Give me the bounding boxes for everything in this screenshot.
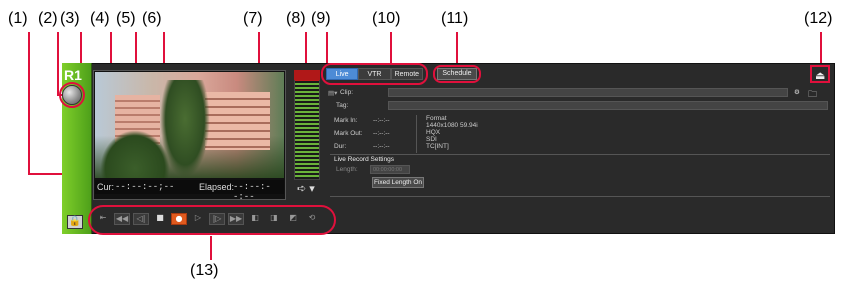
timecode-bar: Cur: --:--:--;-- Elapsed: --:--:--:-- (95, 180, 284, 202)
clip-label: Clip: (340, 89, 354, 96)
leader-line-2 (57, 32, 59, 96)
step-back-icon[interactable]: ◁| (133, 213, 149, 225)
length-label: Length: (336, 166, 358, 173)
callout-1: (1) (8, 10, 28, 27)
length-value: 00:00:00:00 (373, 167, 403, 173)
leader-line-1 (28, 32, 30, 175)
mark-out-icon[interactable]: ◨ (266, 213, 282, 225)
callout-9: (9) (311, 10, 331, 27)
leader-line-11 (456, 32, 458, 67)
leader-line-13 (210, 236, 212, 260)
callout-11: (11) (441, 10, 469, 27)
dur-value: --:--:-- (373, 143, 390, 150)
leader-line-12 (820, 32, 822, 67)
tab-live[interactable]: Live (326, 68, 359, 80)
mark-in-value: --:--:-- (373, 117, 390, 124)
callout-3: (3) (60, 10, 80, 27)
loop-icon[interactable]: ⟲ (304, 213, 320, 225)
leader-line-1-h (28, 173, 64, 175)
step-forward-icon[interactable]: |▷ (209, 213, 225, 225)
preview-building-right (205, 92, 270, 150)
clip-icon[interactable]: ▤▾ (328, 89, 337, 97)
format-input: SDI (426, 136, 437, 143)
bottom-divider (330, 196, 830, 197)
callout-6: (6) (142, 10, 162, 27)
format-codec: HQX (426, 129, 441, 136)
transport-controls: ⇤ ◀◀ ◁| ■ ● ▷ |▷ ▶▶ ◧ ◨ ◩ ⟲ (95, 212, 320, 226)
format-title: Format (426, 115, 447, 122)
mark-out-value: --:--:-- (373, 130, 390, 137)
record-icon[interactable]: ● (171, 213, 187, 225)
info-divider (416, 115, 417, 153)
tag-input[interactable] (388, 101, 828, 110)
clip-settings-icon[interactable]: ⚙ (794, 88, 800, 96)
lock-icon[interactable]: 🔒 (67, 215, 83, 229)
leader-line-10 (390, 32, 392, 65)
go-to-start-icon[interactable]: ⇤ (95, 213, 111, 225)
callout-12: (12) (804, 10, 833, 27)
tag-label: Tag: (336, 102, 349, 109)
callout-2: (2) (38, 10, 58, 27)
audio-level-meter (294, 70, 320, 180)
stop-icon[interactable]: ■ (152, 213, 168, 225)
dur-label: Dur: (334, 143, 347, 150)
preview-palm (160, 80, 210, 178)
source-tabs: Live VTR Remote (326, 68, 423, 80)
callout-ring-status-ball (59, 82, 85, 108)
rewind-icon[interactable]: ◀◀ (114, 213, 130, 225)
cur-timecode: --:--:--;-- (115, 182, 175, 192)
callout-10: (10) (372, 10, 401, 27)
format-timecode: TC[INT] (426, 143, 449, 150)
live-record-heading: Live Record Settings (334, 156, 394, 163)
schedule-button[interactable]: Schedule (437, 68, 477, 80)
callout-4: (4) (90, 10, 110, 27)
recorder-name: R1 (64, 67, 82, 83)
mark-in-icon[interactable]: ◧ (247, 213, 263, 225)
callout-5: (5) (116, 10, 136, 27)
tab-vtr[interactable]: VTR (358, 68, 391, 80)
cur-label: Cur: (97, 182, 115, 192)
audio-peak-indicator (294, 70, 320, 80)
callout-8: (8) (286, 10, 306, 27)
fast-forward-icon[interactable]: ▶▶ (228, 213, 244, 225)
fixed-length-button[interactable]: Fixed Length On (372, 177, 424, 188)
mark-in-label: Mark In: (334, 117, 358, 124)
length-input[interactable]: 00:00:00:00 (370, 165, 410, 174)
elapsed-timecode: --:--:--:-- (233, 182, 271, 202)
format-resolution: 1440x1080 59.94i (426, 122, 478, 129)
callout-7: (7) (243, 10, 263, 27)
output-arrow-icon[interactable]: ➪ ▾ (297, 182, 315, 195)
callout-13: (13) (190, 262, 219, 279)
eject-icon[interactable]: ⏏ (815, 69, 825, 82)
elapsed-label: Elapsed: (199, 182, 235, 192)
tab-remote[interactable]: Remote (390, 68, 423, 80)
clip-name-input[interactable] (388, 88, 788, 97)
mark-out-label: Mark Out: (334, 130, 363, 137)
section-divider (330, 154, 830, 155)
play-icon[interactable]: ▷ (190, 213, 206, 225)
clear-marks-icon[interactable]: ◩ (285, 213, 301, 225)
